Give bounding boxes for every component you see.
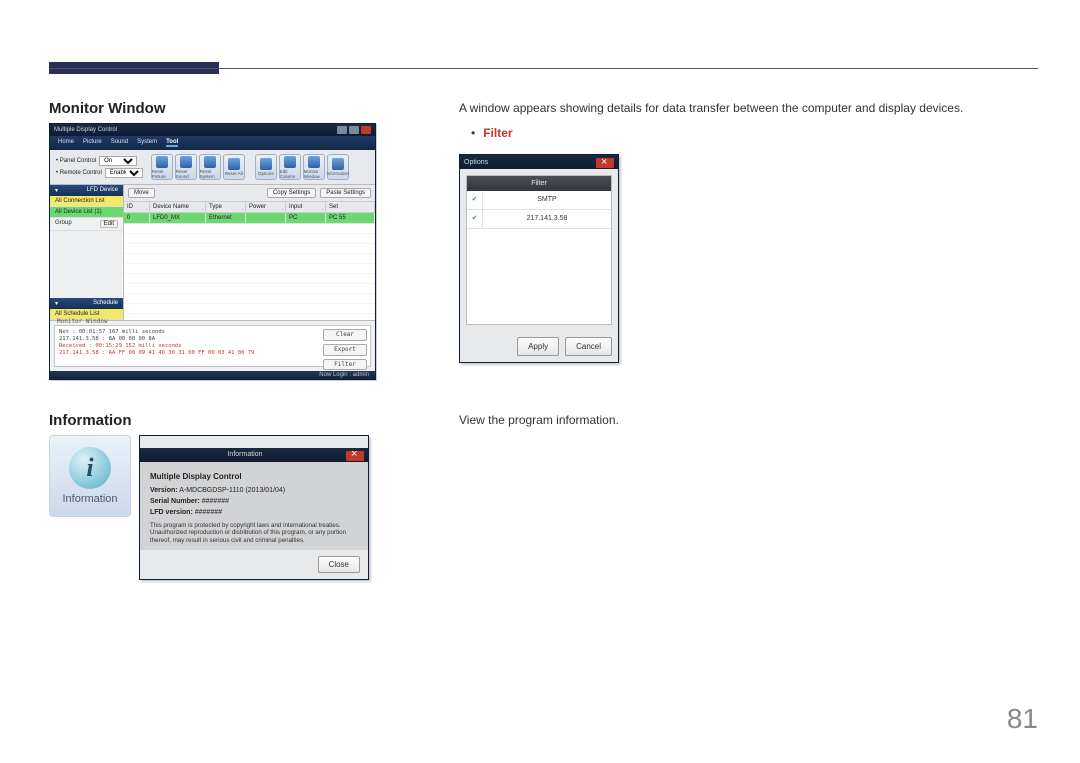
sidebar-group[interactable]: GroupEdit <box>50 218 123 231</box>
options-dialog: Options Filter ✔ SMTP ✔ 217.141.3.58 <box>459 154 619 363</box>
info-body: Multiple Display Control Version: A-MDCB… <box>140 462 368 550</box>
reset-picture-button[interactable]: Reset Picture <box>151 154 173 180</box>
menu-picture[interactable]: Picture <box>83 139 102 147</box>
mdc-titlebar: Multiple Display Control <box>50 124 375 136</box>
filter-button[interactable]: Filter <box>323 359 367 371</box>
monitor-log-line: 217.141.3.58 : AA FF 00 09 41 4D 30 31 0… <box>59 350 280 357</box>
paste-settings-button[interactable]: Paste Settings <box>320 188 371 198</box>
mdc-statusbar: Now Login : admin <box>50 371 375 379</box>
options-title: Options <box>464 158 488 166</box>
bullet-icon: • <box>471 125 475 142</box>
sidebar-schedule-header: ▾Schedule <box>50 298 123 309</box>
filter-bullet-label: Filter <box>483 125 512 142</box>
sidebar-all-connection[interactable]: All Connection List <box>50 196 123 207</box>
info-icon: i <box>69 447 111 489</box>
header-rule <box>49 68 1038 69</box>
sidebar-all-device-list[interactable]: All Device List (1) <box>50 207 123 218</box>
mdc-menubar: Home Picture Sound System Tool <box>50 136 375 150</box>
information-desc: View the program information. <box>459 412 1038 429</box>
mdc-grid: Move Copy Settings Paste Settings ID Dev… <box>124 185 375 320</box>
reset-system-button[interactable]: Reset System <box>199 154 221 180</box>
options-titlebar: Options <box>460 155 618 169</box>
mdc-screenshot: Multiple Display Control Home Picture So… <box>49 123 376 380</box>
close-button[interactable]: Close <box>318 556 360 573</box>
copy-settings-button[interactable]: Copy Settings <box>267 188 316 198</box>
move-button[interactable]: Move <box>128 188 155 198</box>
options-button[interactable]: Options <box>255 154 277 180</box>
menu-home[interactable]: Home <box>58 139 74 147</box>
grid-header: ID Device Name Type Power Input Set <box>124 201 375 213</box>
legal-text: This program is protected by copyright l… <box>150 522 358 544</box>
monitor-panel: Monitor Window Net : 00:01:57 167 milli … <box>50 320 375 371</box>
info-icon-label: Information <box>62 493 117 505</box>
heading-information: Information <box>49 412 379 429</box>
maximize-icon[interactable] <box>349 126 359 134</box>
monitor-window-button[interactable]: Monitor Window <box>303 154 325 180</box>
filter-panel: Filter ✔ SMTP ✔ 217.141.3.58 <box>466 175 612 325</box>
monitor-log-line: Received : 00:15:29 152 milli seconds <box>59 343 280 350</box>
table-row[interactable]: 0 LFD0_MX Ethernet PC PC 55 <box>124 213 375 224</box>
reset-sound-button[interactable]: Reset Sound <box>175 154 197 180</box>
filter-row[interactable]: ✔ SMTP <box>467 191 611 210</box>
edit-column-button[interactable]: Edit Column <box>279 154 301 180</box>
monitor-log-line: Net : 00:01:57 167 milli seconds <box>59 329 280 336</box>
mdc-title: Multiple Display Control <box>54 127 117 133</box>
panel-control-label: • Panel Control <box>56 158 96 164</box>
reset-all-button[interactable]: Reset All <box>223 154 245 180</box>
minimize-icon[interactable] <box>337 126 347 134</box>
menu-sound[interactable]: Sound <box>111 139 128 147</box>
page-number: 81 <box>1007 703 1038 735</box>
checkmark-icon[interactable]: ✔ <box>467 210 483 228</box>
remote-control-label: • Remote Control <box>56 170 102 176</box>
grid-blank-rows <box>124 224 375 320</box>
information-button[interactable]: Information <box>327 154 349 180</box>
filter-row[interactable]: ✔ 217.141.3.58 <box>467 210 611 229</box>
monitor-log-line: 217.141.3.58 : 8A 00 00 00 8A <box>59 336 280 343</box>
export-button[interactable]: Export <box>323 344 367 356</box>
menu-tool[interactable]: Tool <box>166 139 178 147</box>
checkmark-icon[interactable]: ✔ <box>467 191 483 209</box>
mdc-toolbar: • Panel ControlOn • Remote ControlEnable… <box>50 150 375 185</box>
clear-button[interactable]: Clear <box>323 329 367 341</box>
filter-header: Filter <box>467 176 611 192</box>
information-dialog: Information × Multiple Display Control V… <box>139 435 369 580</box>
mdc-sidebar: ▾LFD Device All Connection List All Devi… <box>50 185 124 320</box>
monitor-window-label: Monitor Window <box>57 318 108 326</box>
apply-button[interactable]: Apply <box>517 337 559 356</box>
information-icon-card[interactable]: i Information <box>49 435 131 517</box>
menu-system[interactable]: System <box>137 139 157 147</box>
close-icon[interactable]: × <box>346 451 364 461</box>
product-name: Multiple Display Control <box>150 472 358 481</box>
panel-control-select[interactable]: On <box>99 156 137 166</box>
close-icon[interactable] <box>596 158 614 168</box>
sidebar-lfd-header: ▾LFD Device <box>50 185 123 196</box>
info-dialog-title: Information <box>144 451 346 459</box>
cancel-button[interactable]: Cancel <box>565 337 612 356</box>
monitor-window-desc: A window appears showing details for dat… <box>459 100 1038 117</box>
close-icon[interactable] <box>361 126 371 134</box>
heading-monitor-window: Monitor Window <box>49 100 379 117</box>
remote-control-select[interactable]: Enable <box>105 168 143 178</box>
